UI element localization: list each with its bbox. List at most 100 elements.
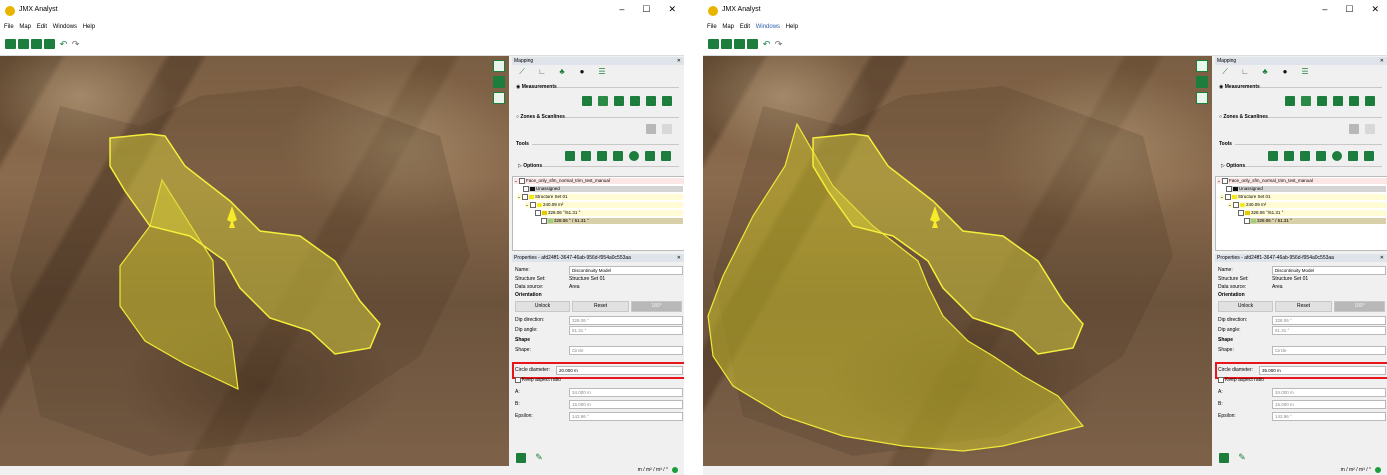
a-field[interactable]: 34.000 m: [1272, 388, 1386, 397]
tool-wave-icon[interactable]: [645, 151, 655, 161]
tool-filter-icon[interactable]: [581, 151, 591, 161]
name-field[interactable]: Discontinuity Model: [569, 266, 683, 275]
zones-radio[interactable]: ○ Zones & Scanlines: [1219, 114, 1268, 120]
tree-selected[interactable]: 328.06 ° / 51.31 °: [1244, 218, 1386, 224]
scanline-tool-icon[interactable]: [1365, 124, 1375, 134]
menu-windows[interactable]: Windows: [53, 24, 77, 30]
tab-measure-icon[interactable]: ⟋: [517, 67, 527, 77]
minimize-button[interactable]: –: [619, 4, 624, 15]
measurements-radio[interactable]: ◉ Measurements: [1219, 84, 1260, 90]
tab-grid-icon[interactable]: ☰: [597, 67, 607, 77]
undo-icon[interactable]: ↶: [58, 39, 69, 49]
view-frame-icon[interactable]: [493, 92, 505, 104]
save-icon[interactable]: [31, 39, 42, 49]
close-button[interactable]: ✕: [668, 4, 676, 15]
tool-leaf-icon[interactable]: [629, 151, 639, 161]
tab-grid-icon[interactable]: ☰: [1300, 67, 1310, 77]
tree-child[interactable]: 328.06 °/51.31 °: [1238, 210, 1386, 216]
open-project-icon[interactable]: [721, 39, 732, 49]
close-icon[interactable]: ✕: [677, 254, 681, 262]
tool-area-icon[interactable]: [662, 96, 672, 106]
tool-polyline-icon[interactable]: [598, 96, 608, 106]
tab-shape-icon[interactable]: ●: [1280, 67, 1290, 77]
redo-icon[interactable]: ↷: [773, 39, 784, 49]
unlock-button[interactable]: Unlock: [515, 301, 570, 312]
tool-wave-icon[interactable]: [1348, 151, 1358, 161]
open-project-icon[interactable]: [18, 39, 29, 49]
table-view-icon[interactable]: [1219, 453, 1229, 463]
tab-plant-icon[interactable]: ♣: [1260, 67, 1270, 77]
close-button[interactable]: ✕: [1371, 4, 1379, 15]
reset-button[interactable]: Reset: [1275, 301, 1332, 312]
tool-split-icon[interactable]: [646, 96, 656, 106]
tool-trace-icon[interactable]: [1317, 96, 1327, 106]
map-viewport[interactable]: [703, 56, 1212, 466]
menu-help[interactable]: Help: [83, 24, 95, 30]
reset-button[interactable]: Reset: [572, 301, 629, 312]
shape-select[interactable]: Circle: [569, 346, 683, 355]
table-view-icon[interactable]: [516, 453, 526, 463]
close-icon[interactable]: ✕: [1380, 57, 1384, 65]
print-icon[interactable]: [747, 39, 758, 49]
tool-filter-icon[interactable]: [1284, 151, 1294, 161]
menu-map[interactable]: Map: [19, 24, 31, 30]
options-toggle[interactable]: ▷ Options: [1221, 163, 1245, 169]
b-field[interactable]: 15.000 m: [1272, 400, 1386, 409]
tree-unassigned[interactable]: Unassigned: [1226, 186, 1386, 192]
menu-edit[interactable]: Edit: [740, 24, 750, 30]
tool-polygon-icon[interactable]: [1333, 96, 1343, 106]
dip-direction-field[interactable]: 328.06 °: [1272, 316, 1386, 325]
dip-angle-field[interactable]: 51.31 °: [569, 326, 683, 335]
tool-line-icon[interactable]: [582, 96, 592, 106]
shape-select[interactable]: Circle: [1272, 346, 1386, 355]
menu-file[interactable]: File: [707, 24, 717, 30]
undo-icon[interactable]: ↶: [761, 39, 772, 49]
menu-help[interactable]: Help: [786, 24, 798, 30]
keep-aspect-checkbox[interactable]: Keep aspect ratio: [1218, 376, 1264, 384]
tool-leaf-icon[interactable]: [1332, 151, 1342, 161]
tree-root[interactable]: ⌄ Face_only_sfm_normal_trim_test_manual: [514, 178, 684, 184]
view-front-icon[interactable]: [493, 60, 505, 72]
menu-edit[interactable]: Edit: [37, 24, 47, 30]
map-viewport[interactable]: [0, 56, 509, 466]
tree-area[interactable]: ⌄ 240.09 m²: [525, 202, 683, 208]
menu-map[interactable]: Map: [722, 24, 734, 30]
view-front-icon[interactable]: [1196, 60, 1208, 72]
close-icon[interactable]: ✕: [677, 57, 681, 65]
scanline-tool-icon[interactable]: [662, 124, 672, 134]
menu-windows[interactable]: Windows: [756, 24, 780, 30]
keep-aspect-checkbox[interactable]: Keep aspect ratio: [515, 376, 561, 384]
tab-angle-icon[interactable]: ∟: [537, 67, 547, 77]
tree-area[interactable]: ⌄ 240.09 m²: [1228, 202, 1386, 208]
print-icon[interactable]: [44, 39, 55, 49]
rotate-180-button[interactable]: 180°: [631, 301, 682, 312]
tree-unassigned[interactable]: Unassigned: [523, 186, 683, 192]
unlock-button[interactable]: Unlock: [1218, 301, 1273, 312]
tab-plant-icon[interactable]: ♣: [557, 67, 567, 77]
tool-cluster-icon[interactable]: [597, 151, 607, 161]
tool-polyline-icon[interactable]: [1301, 96, 1311, 106]
epsilon-field[interactable]: 142.96 °: [1272, 412, 1386, 421]
menu-file[interactable]: File: [4, 24, 14, 30]
tool-split-icon[interactable]: [1349, 96, 1359, 106]
view-diagonal-icon[interactable]: [493, 76, 505, 88]
epsilon-field[interactable]: 142.96 °: [569, 412, 683, 421]
tab-shape-icon[interactable]: ●: [577, 67, 587, 77]
b-field[interactable]: 15.000 m: [569, 400, 683, 409]
new-project-icon[interactable]: [708, 39, 719, 49]
edit-pencil-icon[interactable]: ✎: [1237, 452, 1247, 462]
view-frame-icon[interactable]: [1196, 92, 1208, 104]
tree-child[interactable]: 328.06 °/51.31 °: [535, 210, 683, 216]
tool-cluster-icon[interactable]: [1300, 151, 1310, 161]
tree-root[interactable]: ⌄ Face_only_sfm_normal_trim_test_manual: [1217, 178, 1387, 184]
tool-trace-icon[interactable]: [614, 96, 624, 106]
tab-measure-icon[interactable]: ⟋: [1220, 67, 1230, 77]
tool-detect-icon[interactable]: [1268, 151, 1278, 161]
redo-icon[interactable]: ↷: [70, 39, 81, 49]
name-field[interactable]: Discontinuity Model: [1272, 266, 1386, 275]
rotate-180-button[interactable]: 180°: [1334, 301, 1385, 312]
zones-radio[interactable]: ○ Zones & Scanlines: [516, 114, 565, 120]
tool-area-icon[interactable]: [1365, 96, 1375, 106]
maximize-button[interactable]: ☐: [1345, 4, 1353, 15]
dip-direction-field[interactable]: 328.06 °: [569, 316, 683, 325]
